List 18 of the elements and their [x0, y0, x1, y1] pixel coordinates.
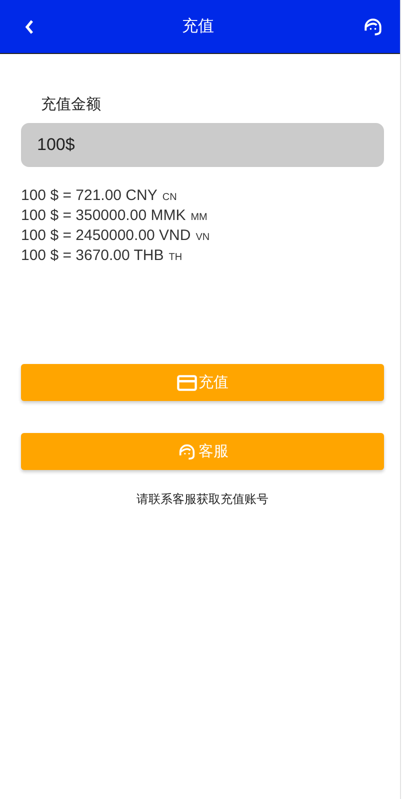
country-code: MM [190, 211, 208, 225]
headset-icon [176, 442, 196, 462]
headset-icon[interactable] [362, 16, 384, 38]
action-button[interactable]: 客服 [21, 433, 384, 470]
exchange-rate: 100 $ = 3670.00 THB [21, 247, 164, 265]
amount-label: 充值金额 [41, 95, 102, 114]
note-text: 请联系客服获取充值账号 [136, 491, 268, 508]
exchange-rate: 100 $ = 350000.00 MMK [21, 207, 186, 225]
back-icon[interactable] [24, 18, 34, 34]
amount-field[interactable]: 100$ [21, 123, 384, 167]
country-code: CN [162, 191, 177, 205]
country-code: TH [168, 251, 182, 265]
country-code: VN [196, 231, 210, 245]
exchange-rate: 100 $ = 2450000.00 VND [21, 227, 191, 245]
action-button[interactable]: 充值 [21, 364, 384, 401]
exchange-rate: 100 $ = 721.00 CNY [21, 187, 158, 205]
page-title: 充值 [182, 16, 214, 37]
card-icon [176, 374, 196, 390]
